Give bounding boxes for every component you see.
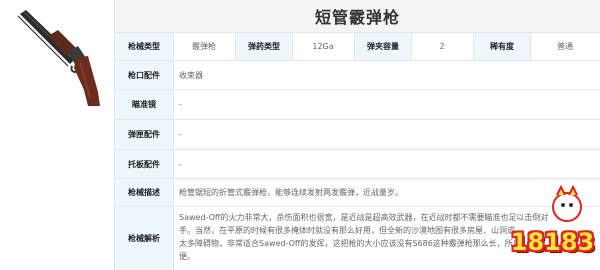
description-label: 枪械描述: [115, 179, 174, 206]
watermark-logo: 18183: [505, 185, 600, 270]
rarity-label: 稀有度: [473, 33, 531, 60]
grip-row: 弹匣配件 -: [115, 120, 600, 150]
spec-row: 枪械类型 霰弹枪 弹药类型 12Ga 弹夹容量 2 稀有度 普通: [115, 33, 600, 61]
muzzle-label: 枪口配件: [115, 61, 174, 89]
ammo-label: 弹药类型: [235, 33, 293, 60]
type-label: 枪械类型: [115, 33, 174, 60]
weapon-image-panel: [0, 0, 115, 270]
ammo-value: 12Ga: [312, 42, 334, 51]
analysis-label: 枪械解析: [115, 207, 174, 270]
watermark-text: 18183: [510, 228, 595, 256]
scope-value: -: [179, 100, 182, 109]
rarity-value: 普通: [557, 42, 573, 51]
scope-row: 瞄准镜 -: [115, 90, 600, 120]
sawed-off-shotgun-image: [17, 10, 100, 106]
weapon-title: 短管霰弹枪: [314, 8, 400, 27]
stock-row: 托板配件 -: [115, 150, 600, 179]
grip-value: -: [179, 130, 182, 139]
grip-label: 弹匣配件: [115, 120, 174, 149]
stock-label: 托板配件: [115, 150, 174, 178]
title-row: 短管霰弹枪: [115, 0, 600, 33]
capacity-value: 2: [439, 42, 445, 51]
muzzle-row: 枪口配件 收束器: [115, 61, 600, 90]
stock-value: -: [179, 159, 182, 169]
description-value: 枪管锯短的折管式霰弹枪，能够连续发射两发霰弹，近战量岁。: [179, 188, 403, 197]
type-value: 霰弹枪: [192, 42, 216, 51]
scope-label: 瞄准镜: [115, 90, 174, 119]
muzzle-value: 收束器: [179, 70, 203, 80]
capacity-label: 弹夹容量: [354, 33, 412, 60]
